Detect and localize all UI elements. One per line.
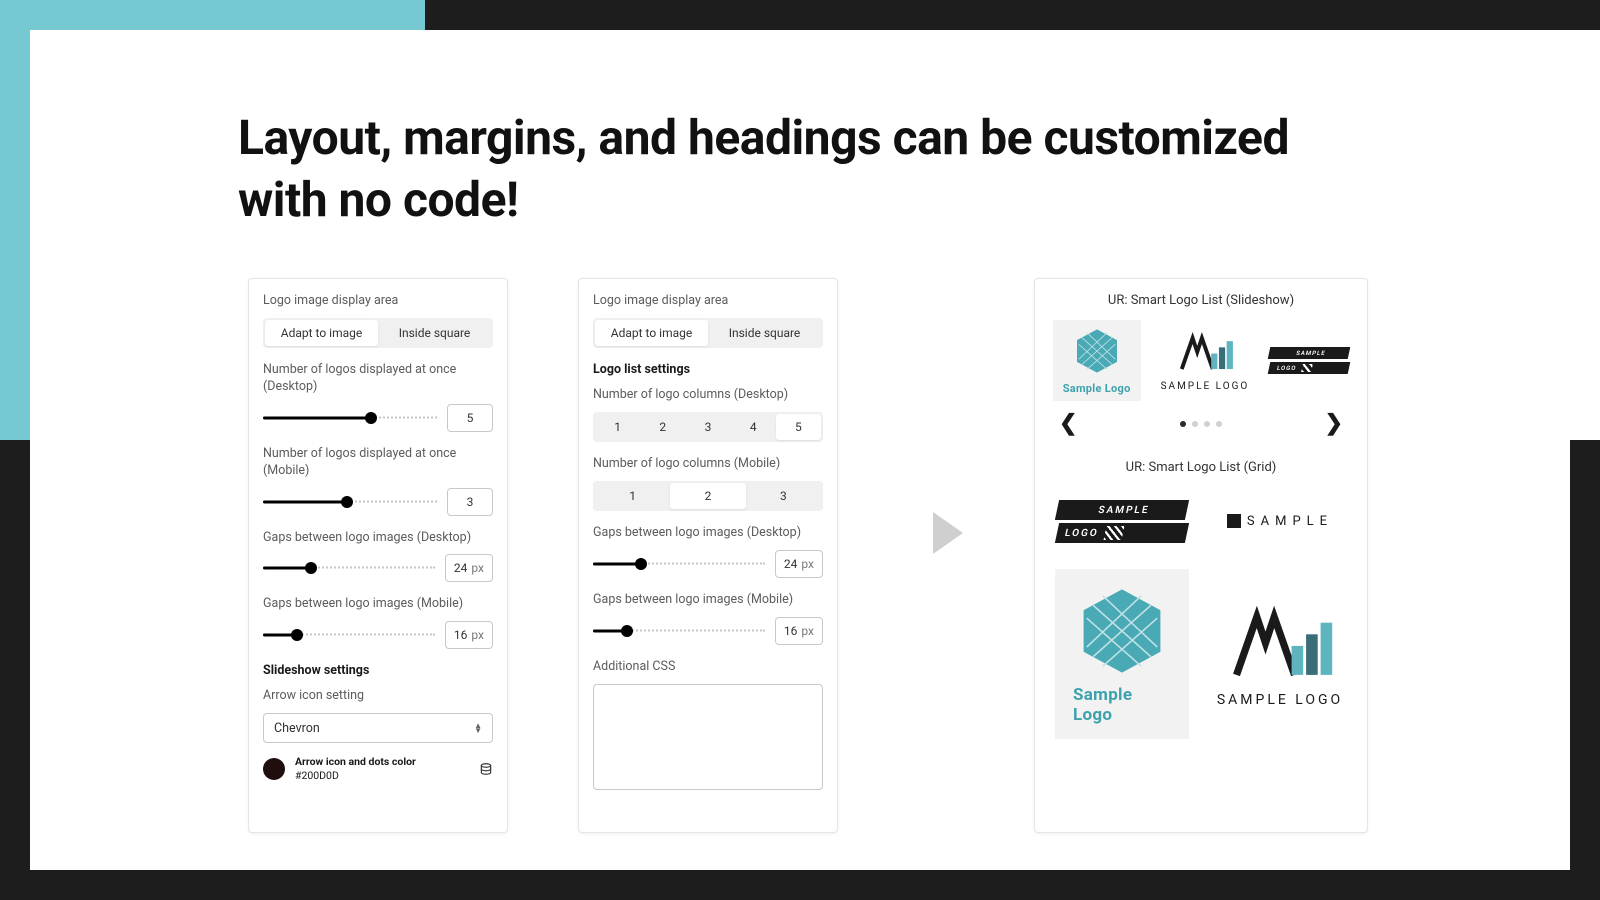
logo-grid-4: SAMPLE LOGO <box>1213 569 1347 739</box>
logo-slideshow-3: SAMPLE LOGO <box>1269 347 1349 374</box>
slideshow-next-button[interactable]: ❯ <box>1325 411 1343 436</box>
gaps-mobile-value[interactable]: 16px <box>775 617 823 645</box>
dot-4[interactable] <box>1216 421 1222 427</box>
cols-mobile-label: Number of logo columns (Mobile) <box>593 456 823 471</box>
gaps-desktop-label: Gaps between logo images (Desktop) <box>263 530 493 547</box>
seg-adapt-to-image[interactable]: Adapt to image <box>265 320 378 346</box>
seg-option-4[interactable]: 4 <box>731 414 776 440</box>
gaps-mobile-label: Gaps between logo images (Mobile) <box>593 592 823 609</box>
seg-option-5[interactable]: 5 <box>776 414 821 440</box>
logo-slideshow-1: Sample Logo <box>1053 320 1141 401</box>
additional-css-textarea[interactable] <box>593 684 823 790</box>
grid-preview-title: UR: Smart Logo List (Grid) <box>1049 460 1353 475</box>
gaps-mobile-slider[interactable] <box>593 622 765 640</box>
arrow-icon-select-value: Chevron <box>274 721 320 736</box>
arrow-icon-select[interactable]: Chevron ▲▼ <box>263 713 493 743</box>
seg-option-3[interactable]: 3 <box>685 414 730 440</box>
gaps-desktop-value[interactable]: 24px <box>445 554 493 582</box>
dot-3[interactable] <box>1204 421 1210 427</box>
gaps-mobile-slider[interactable] <box>263 626 435 644</box>
display-area-label: Logo image display area <box>263 293 493 308</box>
num-logos-desktop-value[interactable]: 5 <box>447 404 493 432</box>
slideshow-dots[interactable] <box>1180 421 1222 427</box>
cols-mobile-segment[interactable]: 123 <box>593 481 823 511</box>
color-hex: #200D0D <box>295 769 416 783</box>
logo-grid-3: Sample Logo <box>1055 569 1189 739</box>
logo-grid-2: SAMPLE <box>1213 493 1347 549</box>
slideshow-settings-heading: Slideshow settings <box>263 663 493 678</box>
num-logos-desktop-slider[interactable] <box>263 409 437 427</box>
seg-option-2[interactable]: 2 <box>640 414 685 440</box>
gaps-mobile-label: Gaps between logo images (Mobile) <box>263 596 493 613</box>
logo-list-settings-heading: Logo list settings <box>593 362 823 377</box>
num-logos-desktop-label: Number of logos displayed at once (Deskt… <box>263 362 493 396</box>
seg-option-2[interactable]: 2 <box>670 483 745 509</box>
dynamic-source-icon[interactable] <box>479 762 493 776</box>
seg-option-1[interactable]: 1 <box>595 414 640 440</box>
gaps-mobile-value[interactable]: 16px <box>445 621 493 649</box>
seg-option-3[interactable]: 3 <box>746 483 821 509</box>
gaps-desktop-value[interactable]: 24px <box>775 550 823 578</box>
headline: Layout, margins, and headings can be cus… <box>238 107 1338 232</box>
seg-inside-square[interactable]: Inside square <box>708 320 821 346</box>
cols-desktop-label: Number of logo columns (Desktop) <box>593 387 823 402</box>
seg-adapt-to-image[interactable]: Adapt to image <box>595 320 708 346</box>
cols-desktop-segment[interactable]: 12345 <box>593 412 823 442</box>
seg-inside-square[interactable]: Inside square <box>378 320 491 346</box>
logo-grid-1: SAMPLE LOGO <box>1055 493 1189 549</box>
gaps-desktop-label: Gaps between logo images (Desktop) <box>593 525 823 542</box>
select-caret-icon: ▲▼ <box>474 723 482 733</box>
display-area-label: Logo image display area <box>593 293 823 308</box>
grid-preview: SAMPLE LOGO SAMPLE Sample Logo SAMPLE LO… <box>1049 487 1353 745</box>
slideshow-preview-title: UR: Smart Logo List (Slideshow) <box>1049 293 1353 308</box>
display-area-segment[interactable]: Adapt to image Inside square <box>263 318 493 348</box>
arrow-right-icon <box>929 510 967 556</box>
dot-1[interactable] <box>1180 421 1186 427</box>
settings-panel-grid: Logo image display area Adapt to image I… <box>578 278 838 833</box>
num-logos-mobile-label: Number of logos displayed at once (Mobil… <box>263 446 493 480</box>
seg-option-1[interactable]: 1 <box>595 483 670 509</box>
num-logos-mobile-value[interactable]: 3 <box>447 488 493 516</box>
gaps-desktop-slider[interactable] <box>263 559 435 577</box>
color-swatch <box>263 758 285 780</box>
dot-2[interactable] <box>1192 421 1198 427</box>
arrow-icon-setting-label: Arrow icon setting <box>263 688 493 703</box>
settings-panel-slideshow: Logo image display area Adapt to image I… <box>248 278 508 833</box>
num-logos-mobile-slider[interactable] <box>263 493 437 511</box>
gaps-desktop-slider[interactable] <box>593 555 765 573</box>
display-area-segment[interactable]: Adapt to image Inside square <box>593 318 823 348</box>
additional-css-label: Additional CSS <box>593 659 823 674</box>
slideshow-prev-button[interactable]: ❮ <box>1059 411 1077 436</box>
color-label: Arrow icon and dots color <box>295 755 416 768</box>
arrow-color-picker[interactable]: Arrow icon and dots color #200D0D <box>263 755 493 782</box>
slideshow-row: Sample Logo SAMPLE LOGO SAMPLE LOGO <box>1049 320 1353 401</box>
logo-slideshow-2: SAMPLE LOGO <box>1161 329 1250 392</box>
preview-panel: UR: Smart Logo List (Slideshow) Sample L… <box>1034 278 1368 833</box>
